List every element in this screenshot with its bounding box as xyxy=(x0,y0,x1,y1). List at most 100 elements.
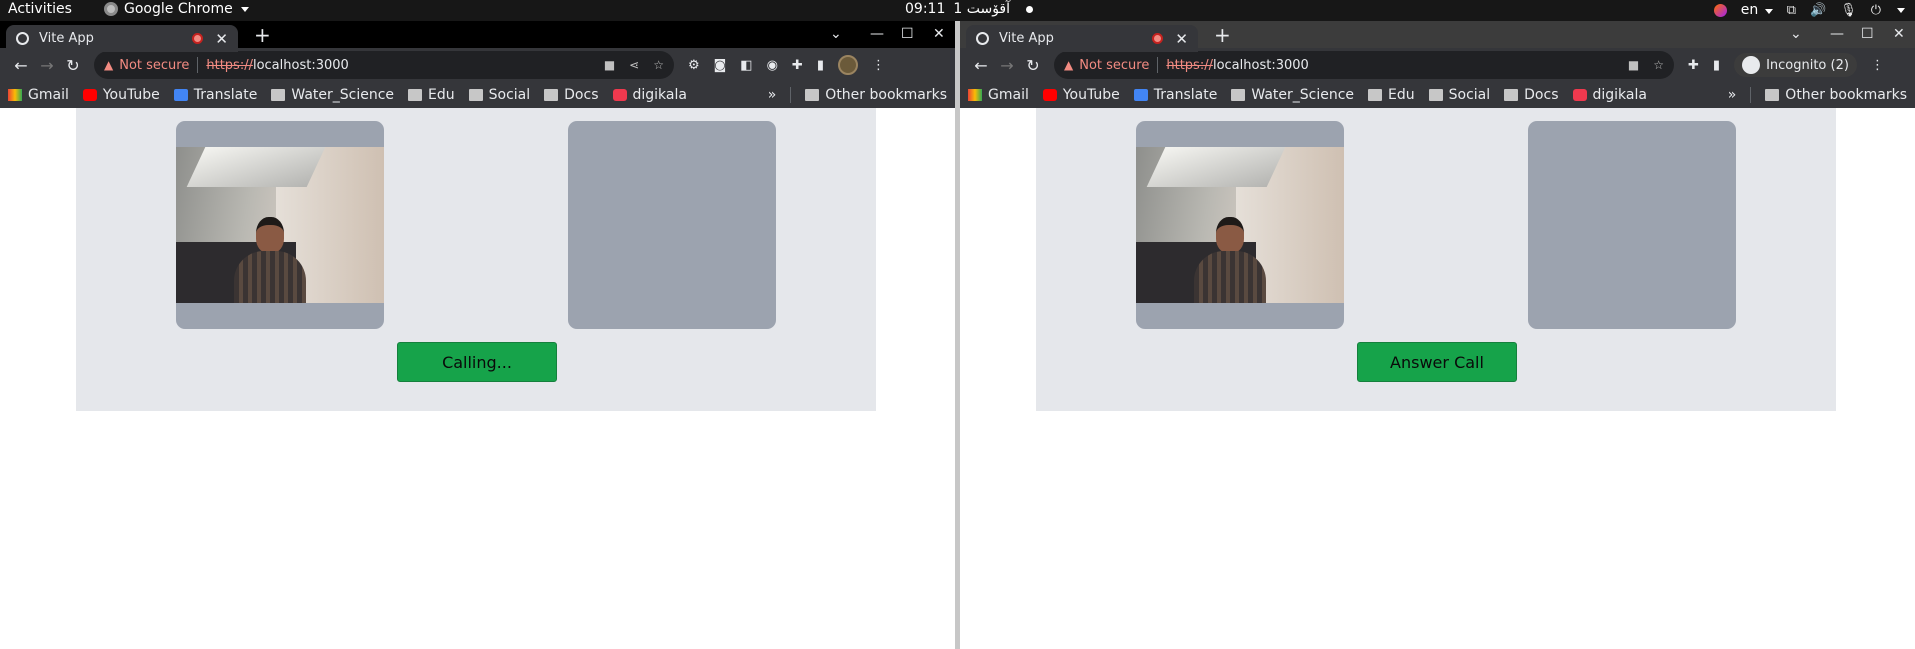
bookmark-label: YouTube xyxy=(102,87,160,103)
tab-strip: Vite App ✕ + ⌄ — ☐ ✕ xyxy=(960,21,1915,52)
bookmark-label: Water_Science xyxy=(1251,87,1355,103)
reload-icon[interactable]: ↻ xyxy=(60,56,86,75)
bookmark-label: Other bookmarks xyxy=(1785,87,1907,103)
back-arrow-icon[interactable]: ← xyxy=(968,56,994,75)
camera-in-use-icon[interactable]: ■ xyxy=(604,58,615,72)
page-content: Answer Call xyxy=(960,108,1915,615)
new-tab-button[interactable]: + xyxy=(1214,25,1231,45)
not-secure-label[interactable]: Not secure xyxy=(119,58,189,73)
close-tab-icon[interactable]: ✕ xyxy=(215,30,228,48)
gmail-icon xyxy=(968,89,982,101)
camera-in-use-icon[interactable]: ■ xyxy=(1628,58,1639,72)
bookmark-social[interactable]: Social xyxy=(468,87,530,103)
profile-avatar[interactable] xyxy=(837,55,858,75)
caret-down-icon[interactable] xyxy=(1897,7,1905,13)
bookmark-star-icon[interactable]: ☆ xyxy=(653,58,664,72)
bookmarks-separator xyxy=(1750,87,1752,103)
tab-vite-app[interactable]: Vite App ✕ xyxy=(6,25,238,52)
address-bar[interactable]: ▲ Not secure https:// localhost:3000 ■ ☆ xyxy=(1054,51,1674,79)
system-tray[interactable]: en ⧉ 🔊 🎙 ⏻ xyxy=(1713,2,1905,18)
other-bookmarks[interactable]: Other bookmarks xyxy=(1765,87,1907,103)
answer-call-button[interactable]: Answer Call xyxy=(1357,342,1517,382)
bookmark-digikala[interactable]: digikala xyxy=(612,87,687,103)
bookmark-label: Docs xyxy=(1524,87,1559,103)
clock[interactable]: 09:11 1 آقۆست xyxy=(905,1,1034,17)
bookmark-gmail[interactable]: Gmail xyxy=(8,87,69,103)
more-menu-icon[interactable]: ⋮ xyxy=(872,58,885,73)
incognito-indicator[interactable]: Incognito (2) xyxy=(1734,53,1857,77)
extension-icon[interactable]: ◧ xyxy=(740,58,752,73)
forward-arrow-icon[interactable]: → xyxy=(34,56,60,75)
bookmarks-bar: Gmail YouTube Translate Water_Science Ed… xyxy=(960,82,1915,108)
folder-icon xyxy=(1428,89,1443,101)
bookmark-translate[interactable]: Translate xyxy=(173,87,257,103)
language-indicator[interactable]: en xyxy=(1741,2,1773,18)
not-secure-label[interactable]: Not secure xyxy=(1079,58,1149,73)
tab-title: Vite App xyxy=(39,31,94,46)
folder-icon xyxy=(1231,89,1246,101)
tab-search-icon[interactable]: ⌄ xyxy=(1790,26,1802,42)
bookmarks-overflow-button[interactable]: » xyxy=(768,87,777,103)
forward-arrow-icon[interactable]: → xyxy=(994,56,1020,75)
bookmark-water-science[interactable]: Water_Science xyxy=(271,87,394,103)
new-tab-button[interactable]: + xyxy=(254,25,271,45)
bookmark-label: Edu xyxy=(1388,87,1415,103)
power-icon[interactable]: ⏻ xyxy=(1871,3,1881,18)
bookmark-star-icon[interactable]: ☆ xyxy=(1653,58,1664,72)
close-window-button[interactable]: ✕ xyxy=(1893,26,1905,42)
extensions-area: ⚙ ◙ ◧ ◉ ✚ ▮ ⋮ xyxy=(688,55,885,75)
close-tab-icon[interactable]: ✕ xyxy=(1175,30,1188,48)
minimize-button[interactable]: — xyxy=(870,26,884,42)
calling-button[interactable]: Calling... xyxy=(397,342,557,382)
bookmark-social[interactable]: Social xyxy=(1428,87,1490,103)
maximize-button[interactable]: ☐ xyxy=(1861,26,1874,42)
minimize-button[interactable]: — xyxy=(1830,26,1844,42)
reload-icon[interactable]: ↻ xyxy=(1020,56,1046,75)
local-video xyxy=(176,121,384,329)
bookmark-gmail[interactable]: Gmail xyxy=(968,87,1029,103)
bookmark-label: Edu xyxy=(428,87,455,103)
bookmark-docs[interactable]: Docs xyxy=(544,87,599,103)
bookmark-youtube[interactable]: YouTube xyxy=(82,87,160,103)
bookmark-label: Water_Science xyxy=(291,87,395,103)
bookmark-translate[interactable]: Translate xyxy=(1133,87,1217,103)
share-icon[interactable]: ⋖ xyxy=(629,58,639,72)
volume-icon[interactable]: 🔊 xyxy=(1810,3,1826,18)
app-menu[interactable]: Google Chrome xyxy=(104,1,249,17)
recording-icon xyxy=(1152,33,1164,44)
address-bar[interactable]: ▲ Not secure https:// localhost:3000 ■ ⋖… xyxy=(94,51,674,79)
bookmark-label: Docs xyxy=(564,87,599,103)
bookmark-digikala[interactable]: digikala xyxy=(1572,87,1647,103)
back-arrow-icon[interactable]: ← xyxy=(8,56,34,75)
bookmarks-bar: Gmail YouTube Translate Water_Science Ed… xyxy=(0,82,955,108)
clock-date: 1 آقۆست xyxy=(953,1,1011,17)
close-window-button[interactable]: ✕ xyxy=(933,26,945,42)
extension-icon[interactable]: ⚙ xyxy=(688,58,700,73)
bookmark-edu[interactable]: Edu xyxy=(408,87,455,103)
microphone-icon[interactable]: 🎙 xyxy=(1840,3,1857,18)
tab-search-icon[interactable]: ⌄ xyxy=(830,26,842,42)
tab-vite-app[interactable]: Vite App ✕ xyxy=(966,25,1198,52)
extensions-puzzle-icon[interactable]: ✚ xyxy=(792,58,803,73)
bookmark-water-science[interactable]: Water_Science xyxy=(1231,87,1354,103)
bookmark-edu[interactable]: Edu xyxy=(1368,87,1415,103)
incognito-label: Incognito (2) xyxy=(1766,57,1849,73)
extension-icon[interactable]: ◉ xyxy=(767,58,778,73)
maximize-button[interactable]: ☐ xyxy=(901,26,914,42)
more-menu-icon[interactable]: ⋮ xyxy=(1871,58,1884,73)
bookmark-youtube[interactable]: YouTube xyxy=(1042,87,1120,103)
extensions-puzzle-icon[interactable]: ✚ xyxy=(1688,58,1699,73)
tab-strip: Vite App ✕ + ⌄ — ☐ ✕ xyxy=(0,21,955,52)
translate-icon xyxy=(173,89,188,101)
network-icon[interactable]: ⧉ xyxy=(1787,3,1796,18)
bookmark-docs[interactable]: Docs xyxy=(1504,87,1559,103)
firefox-indicator-icon[interactable] xyxy=(1713,3,1727,17)
remote-video xyxy=(568,121,776,329)
bookmarks-overflow-button[interactable]: » xyxy=(1728,87,1737,103)
other-bookmarks[interactable]: Other bookmarks xyxy=(805,87,947,103)
activities-button[interactable]: Activities xyxy=(8,1,72,17)
video-call-panel: Answer Call xyxy=(1036,108,1836,411)
side-panel-icon[interactable]: ▮ xyxy=(1713,58,1720,73)
side-panel-icon[interactable]: ▮ xyxy=(817,58,824,73)
extension-icon[interactable]: ◙ xyxy=(714,58,727,73)
